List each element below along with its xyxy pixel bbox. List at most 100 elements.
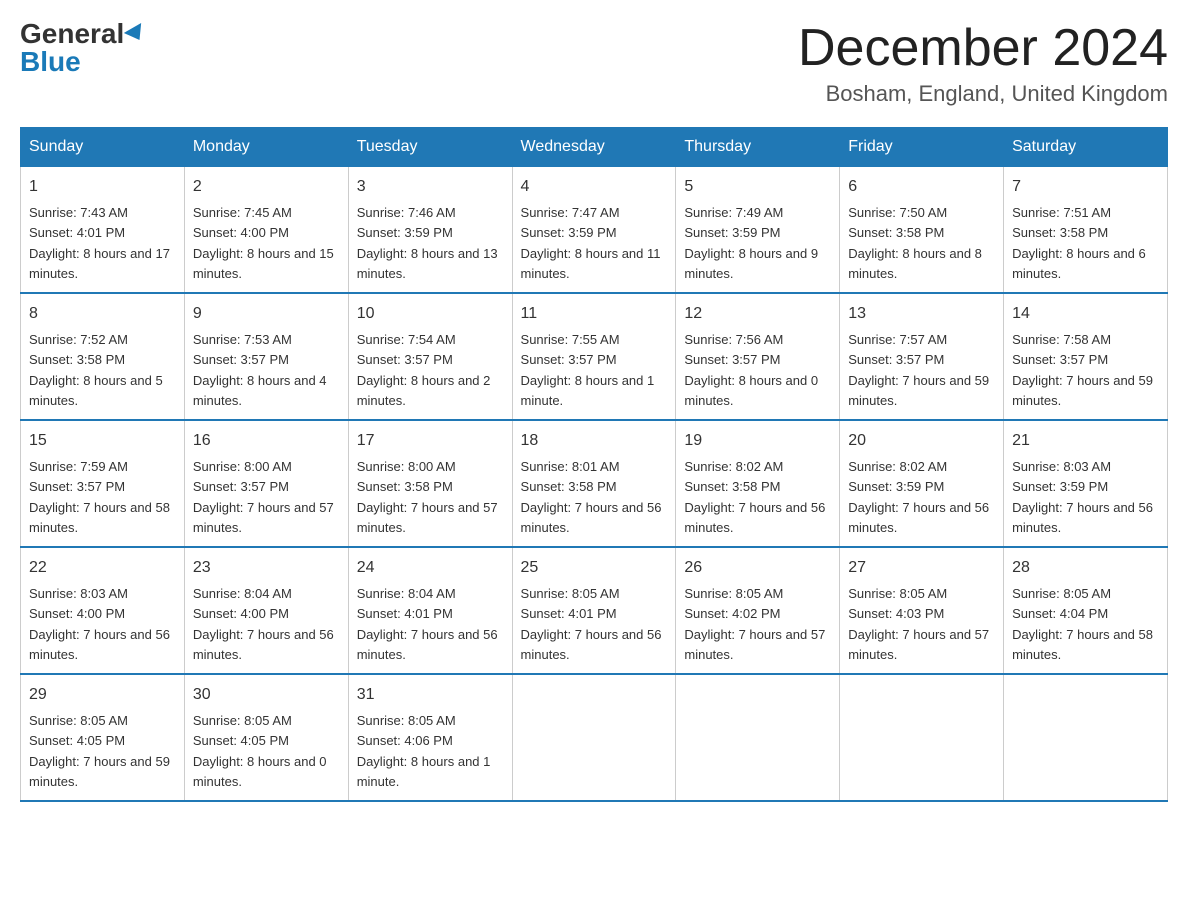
day-number: 21 <box>1012 429 1159 453</box>
day-info: Sunrise: 7:47 AMSunset: 3:59 PMDaylight:… <box>521 205 661 281</box>
day-number: 17 <box>357 429 504 453</box>
title-section: December 2024 Bosham, England, United Ki… <box>798 20 1168 107</box>
day-info: Sunrise: 8:05 AMSunset: 4:01 PMDaylight:… <box>521 586 662 662</box>
day-number: 11 <box>521 302 668 326</box>
day-info: Sunrise: 7:54 AMSunset: 3:57 PMDaylight:… <box>357 332 491 408</box>
table-row: 4 Sunrise: 7:47 AMSunset: 3:59 PMDayligh… <box>512 167 676 294</box>
table-row: 24 Sunrise: 8:04 AMSunset: 4:01 PMDaylig… <box>348 547 512 674</box>
location: Bosham, England, United Kingdom <box>798 81 1168 107</box>
table-row: 17 Sunrise: 8:00 AMSunset: 3:58 PMDaylig… <box>348 420 512 547</box>
table-row: 13 Sunrise: 7:57 AMSunset: 3:57 PMDaylig… <box>840 293 1004 420</box>
day-number: 10 <box>357 302 504 326</box>
calendar-table: Sunday Monday Tuesday Wednesday Thursday… <box>20 127 1168 802</box>
day-number: 19 <box>684 429 831 453</box>
day-number: 16 <box>193 429 340 453</box>
day-info: Sunrise: 7:55 AMSunset: 3:57 PMDaylight:… <box>521 332 655 408</box>
calendar-week-row: 29 Sunrise: 8:05 AMSunset: 4:05 PMDaylig… <box>21 674 1168 801</box>
table-row <box>840 674 1004 801</box>
day-number: 5 <box>684 175 831 199</box>
day-info: Sunrise: 8:01 AMSunset: 3:58 PMDaylight:… <box>521 459 662 535</box>
day-number: 23 <box>193 556 340 580</box>
day-info: Sunrise: 8:03 AMSunset: 4:00 PMDaylight:… <box>29 586 170 662</box>
col-monday: Monday <box>184 128 348 167</box>
day-info: Sunrise: 8:05 AMSunset: 4:05 PMDaylight:… <box>29 713 170 789</box>
calendar-header-row: Sunday Monday Tuesday Wednesday Thursday… <box>21 128 1168 167</box>
day-number: 18 <box>521 429 668 453</box>
table-row: 9 Sunrise: 7:53 AMSunset: 3:57 PMDayligh… <box>184 293 348 420</box>
table-row: 14 Sunrise: 7:58 AMSunset: 3:57 PMDaylig… <box>1004 293 1168 420</box>
table-row <box>1004 674 1168 801</box>
day-number: 8 <box>29 302 176 326</box>
table-row: 1 Sunrise: 7:43 AMSunset: 4:01 PMDayligh… <box>21 167 185 294</box>
table-row: 12 Sunrise: 7:56 AMSunset: 3:57 PMDaylig… <box>676 293 840 420</box>
table-row: 16 Sunrise: 8:00 AMSunset: 3:57 PMDaylig… <box>184 420 348 547</box>
table-row: 19 Sunrise: 8:02 AMSunset: 3:58 PMDaylig… <box>676 420 840 547</box>
table-row: 5 Sunrise: 7:49 AMSunset: 3:59 PMDayligh… <box>676 167 840 294</box>
day-number: 22 <box>29 556 176 580</box>
table-row: 3 Sunrise: 7:46 AMSunset: 3:59 PMDayligh… <box>348 167 512 294</box>
day-number: 1 <box>29 175 176 199</box>
day-info: Sunrise: 8:05 AMSunset: 4:03 PMDaylight:… <box>848 586 989 662</box>
day-info: Sunrise: 7:43 AMSunset: 4:01 PMDaylight:… <box>29 205 170 281</box>
logo: General Blue <box>20 20 146 76</box>
day-number: 27 <box>848 556 995 580</box>
day-number: 28 <box>1012 556 1159 580</box>
calendar-week-row: 1 Sunrise: 7:43 AMSunset: 4:01 PMDayligh… <box>21 167 1168 294</box>
table-row: 2 Sunrise: 7:45 AMSunset: 4:00 PMDayligh… <box>184 167 348 294</box>
logo-triangle-icon <box>124 23 148 45</box>
day-number: 31 <box>357 683 504 707</box>
table-row: 6 Sunrise: 7:50 AMSunset: 3:58 PMDayligh… <box>840 167 1004 294</box>
table-row: 27 Sunrise: 8:05 AMSunset: 4:03 PMDaylig… <box>840 547 1004 674</box>
table-row: 25 Sunrise: 8:05 AMSunset: 4:01 PMDaylig… <box>512 547 676 674</box>
table-row: 21 Sunrise: 8:03 AMSunset: 3:59 PMDaylig… <box>1004 420 1168 547</box>
day-info: Sunrise: 7:56 AMSunset: 3:57 PMDaylight:… <box>684 332 818 408</box>
table-row: 8 Sunrise: 7:52 AMSunset: 3:58 PMDayligh… <box>21 293 185 420</box>
table-row: 20 Sunrise: 8:02 AMSunset: 3:59 PMDaylig… <box>840 420 1004 547</box>
day-info: Sunrise: 7:49 AMSunset: 3:59 PMDaylight:… <box>684 205 818 281</box>
month-title: December 2024 <box>798 20 1168 77</box>
day-number: 30 <box>193 683 340 707</box>
day-number: 7 <box>1012 175 1159 199</box>
calendar-week-row: 15 Sunrise: 7:59 AMSunset: 3:57 PMDaylig… <box>21 420 1168 547</box>
day-info: Sunrise: 8:00 AMSunset: 3:58 PMDaylight:… <box>357 459 498 535</box>
table-row: 23 Sunrise: 8:04 AMSunset: 4:00 PMDaylig… <box>184 547 348 674</box>
day-info: Sunrise: 7:46 AMSunset: 3:59 PMDaylight:… <box>357 205 498 281</box>
table-row: 11 Sunrise: 7:55 AMSunset: 3:57 PMDaylig… <box>512 293 676 420</box>
day-number: 29 <box>29 683 176 707</box>
day-info: Sunrise: 8:05 AMSunset: 4:04 PMDaylight:… <box>1012 586 1153 662</box>
day-number: 3 <box>357 175 504 199</box>
day-number: 12 <box>684 302 831 326</box>
day-info: Sunrise: 7:50 AMSunset: 3:58 PMDaylight:… <box>848 205 982 281</box>
day-number: 13 <box>848 302 995 326</box>
day-number: 4 <box>521 175 668 199</box>
col-tuesday: Tuesday <box>348 128 512 167</box>
col-sunday: Sunday <box>21 128 185 167</box>
table-row <box>512 674 676 801</box>
day-info: Sunrise: 7:58 AMSunset: 3:57 PMDaylight:… <box>1012 332 1153 408</box>
col-saturday: Saturday <box>1004 128 1168 167</box>
day-info: Sunrise: 7:45 AMSunset: 4:00 PMDaylight:… <box>193 205 334 281</box>
day-number: 25 <box>521 556 668 580</box>
table-row: 30 Sunrise: 8:05 AMSunset: 4:05 PMDaylig… <box>184 674 348 801</box>
table-row: 26 Sunrise: 8:05 AMSunset: 4:02 PMDaylig… <box>676 547 840 674</box>
table-row: 31 Sunrise: 8:05 AMSunset: 4:06 PMDaylig… <box>348 674 512 801</box>
day-info: Sunrise: 8:05 AMSunset: 4:02 PMDaylight:… <box>684 586 825 662</box>
col-friday: Friday <box>840 128 1004 167</box>
page-header: General Blue December 2024 Bosham, Engla… <box>20 20 1168 107</box>
day-number: 2 <box>193 175 340 199</box>
day-info: Sunrise: 8:00 AMSunset: 3:57 PMDaylight:… <box>193 459 334 535</box>
day-info: Sunrise: 7:59 AMSunset: 3:57 PMDaylight:… <box>29 459 170 535</box>
day-info: Sunrise: 7:52 AMSunset: 3:58 PMDaylight:… <box>29 332 163 408</box>
col-thursday: Thursday <box>676 128 840 167</box>
day-number: 26 <box>684 556 831 580</box>
day-number: 20 <box>848 429 995 453</box>
day-number: 24 <box>357 556 504 580</box>
logo-blue-text: Blue <box>20 48 81 76</box>
calendar-week-row: 8 Sunrise: 7:52 AMSunset: 3:58 PMDayligh… <box>21 293 1168 420</box>
day-number: 9 <box>193 302 340 326</box>
table-row: 15 Sunrise: 7:59 AMSunset: 3:57 PMDaylig… <box>21 420 185 547</box>
table-row: 29 Sunrise: 8:05 AMSunset: 4:05 PMDaylig… <box>21 674 185 801</box>
day-number: 15 <box>29 429 176 453</box>
day-info: Sunrise: 8:04 AMSunset: 4:00 PMDaylight:… <box>193 586 334 662</box>
table-row: 28 Sunrise: 8:05 AMSunset: 4:04 PMDaylig… <box>1004 547 1168 674</box>
